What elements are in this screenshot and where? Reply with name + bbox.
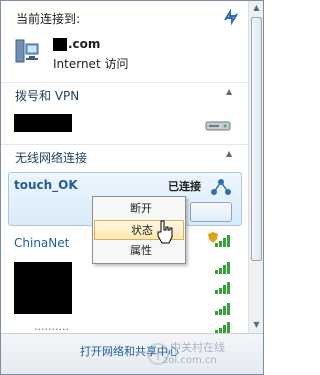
signal-bars-icon — [215, 235, 230, 247]
watermark-url: zol.com.cn — [163, 355, 217, 366]
network-access-status: Internet 访问 — [53, 57, 129, 71]
scroll-thumb[interactable] — [251, 17, 262, 261]
disconnect-button[interactable] — [190, 202, 232, 222]
cursor-icon — [157, 220, 173, 244]
connected-icon — [211, 179, 231, 195]
wireless-section-header[interactable]: 无线网络连接 ▲ — [1, 144, 248, 166]
current-connection-label: 当前连接到: — [16, 12, 81, 26]
scroll-down-arrow-icon[interactable]: ▼ — [251, 319, 262, 331]
redacted-name-block — [53, 38, 67, 51]
partial-network-name: .......... — [34, 320, 69, 333]
redacted-vpn-entry[interactable] — [14, 114, 72, 132]
wifi-ssid: touch_OK — [14, 178, 78, 192]
vpn-modem-icon — [205, 121, 231, 131]
watermark-text: 中关村在线 — [170, 341, 225, 354]
wireless-section-label: 无线网络连接 — [15, 151, 88, 165]
wifi-ssid[interactable]: ChinaNet — [14, 236, 69, 250]
menu-item-disconnect[interactable]: 断开 — [94, 199, 184, 219]
collapse-icon[interactable]: ▲ — [226, 149, 232, 158]
collapse-icon[interactable]: ▲ — [226, 87, 232, 96]
signal-bars-icon — [215, 303, 230, 315]
signal-bars-icon — [215, 282, 230, 294]
scrollbar[interactable]: ▲ ▼ — [248, 1, 263, 333]
signal-bars-icon — [215, 262, 230, 274]
vpn-section-header[interactable]: 拨号和 VPN ▲ — [1, 82, 248, 104]
scroll-up-arrow-icon[interactable]: ▲ — [251, 2, 262, 14]
network-name: .com — [68, 37, 101, 51]
network-icon — [15, 39, 39, 63]
connection-status: 已连接 — [168, 180, 201, 193]
vpn-section-label: 拨号和 VPN — [15, 89, 80, 103]
redacted-wifi-entries[interactable] — [14, 262, 72, 314]
refresh-icon[interactable] — [220, 8, 242, 26]
